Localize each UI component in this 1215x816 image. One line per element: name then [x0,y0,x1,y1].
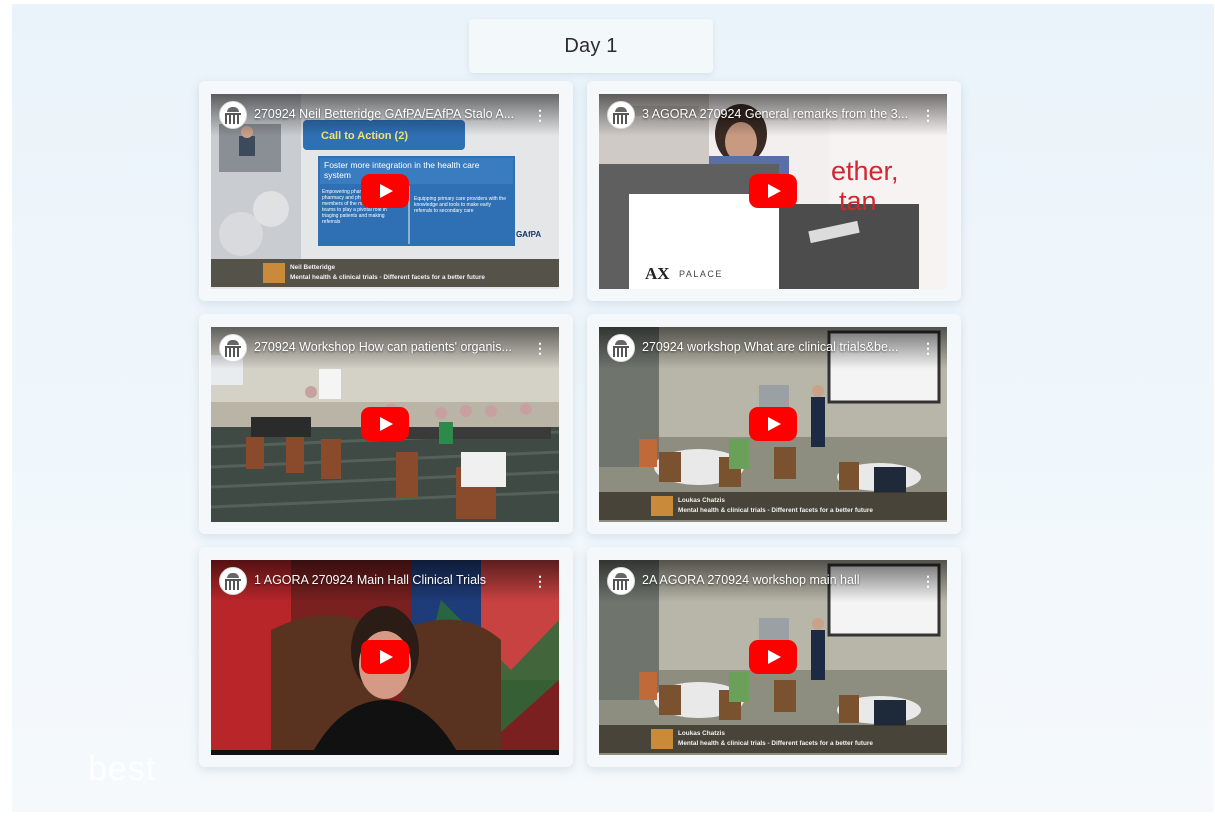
speaker-name: Loukas Chatzis [678,730,725,737]
channel-logo-icon[interactable] [607,334,635,362]
video-embed[interactable]: 270924 Workshop How can patients' organi… [211,327,559,522]
day-tab-label: Day 1 [564,34,618,57]
more-options-icon[interactable]: ⋮ [921,339,935,357]
video-card: GA Call to Action (2) Foster more integr… [199,81,573,301]
video-title[interactable]: 3 AGORA 270924 General remarks from the … [642,107,914,121]
slide-right-text: Equipping primary care providers with th… [414,196,506,214]
event-subtitle: Mental health & clinical trials - Differ… [290,274,485,281]
channel-logo-icon[interactable] [219,567,247,595]
video-card: 270924 Workshop How can patients' organi… [199,314,573,534]
video-card: ether, tan AX PALACE 3 AGORA 270924 Gene… [587,81,961,301]
video-embed[interactable]: ether, tan AX PALACE 3 AGORA 270924 Gene… [599,94,947,289]
backdrop-text-line2: tan [839,186,877,216]
video-title[interactable]: 270924 Workshop How can patients' organi… [254,340,526,354]
play-icon[interactable] [749,407,797,441]
speaker-name: Loukas Chatzis [678,497,725,504]
podium-name: PALACE [679,269,723,279]
slide-main-text: Foster more integration in the health ca… [324,160,480,180]
play-icon[interactable] [749,640,797,674]
backdrop-text-line1: ether, [831,156,899,186]
more-options-icon[interactable]: ⋮ [533,106,547,124]
slide-brand: GAfPA [516,230,542,239]
podium-brand: AX [645,264,670,283]
event-subtitle: Mental health & clinical trials - Differ… [678,507,873,514]
play-icon[interactable] [361,407,409,441]
video-card: 270924 workshop What are clinical trials… [587,314,961,534]
video-card: 2A AGORA 270924 workshop main hall ⋮ Lou… [587,547,961,767]
video-embed[interactable]: 270924 workshop What are clinical trials… [599,327,947,522]
video-embed[interactable]: 2A AGORA 270924 workshop main hall ⋮ Lou… [599,560,947,755]
video-card: 1 AGORA 270924 Main Hall Clinical Trials… [199,547,573,767]
video-title[interactable]: 270924 workshop What are clinical trials… [642,340,914,354]
channel-logo-icon[interactable] [607,101,635,129]
more-options-icon[interactable]: ⋮ [533,572,547,590]
channel-logo-icon[interactable] [607,567,635,595]
play-icon[interactable] [361,174,409,208]
lower-third: Loukas Chatzis Mental health & clinical … [599,725,947,753]
more-options-icon[interactable]: ⋮ [921,106,935,124]
day-tab[interactable]: Day 1 [469,19,713,73]
speaker-name: Neil Betteridge [290,264,336,271]
video-embed[interactable]: GA Call to Action (2) Foster more integr… [211,94,559,289]
video-embed[interactable]: 1 AGORA 270924 Main Hall Clinical Trials… [211,560,559,755]
watermark-text: best [88,750,157,788]
more-options-icon[interactable]: ⋮ [921,572,935,590]
lower-third: Neil Betteridge Mental health & clinical… [211,259,559,287]
video-title[interactable]: 270924 Neil Betteridge GAfPA/EAfPA Stalo… [254,107,526,121]
video-title[interactable]: 2A AGORA 270924 workshop main hall [642,573,914,587]
play-icon[interactable] [749,174,797,208]
lower-third: Loukas Chatzis Mental health & clinical … [599,492,947,520]
play-icon[interactable] [361,640,409,674]
video-title[interactable]: 1 AGORA 270924 Main Hall Clinical Trials [254,573,526,587]
channel-logo-icon[interactable] [219,101,247,129]
channel-logo-icon[interactable] [219,334,247,362]
more-options-icon[interactable]: ⋮ [533,339,547,357]
event-subtitle: Mental health & clinical trials - Differ… [678,740,873,747]
